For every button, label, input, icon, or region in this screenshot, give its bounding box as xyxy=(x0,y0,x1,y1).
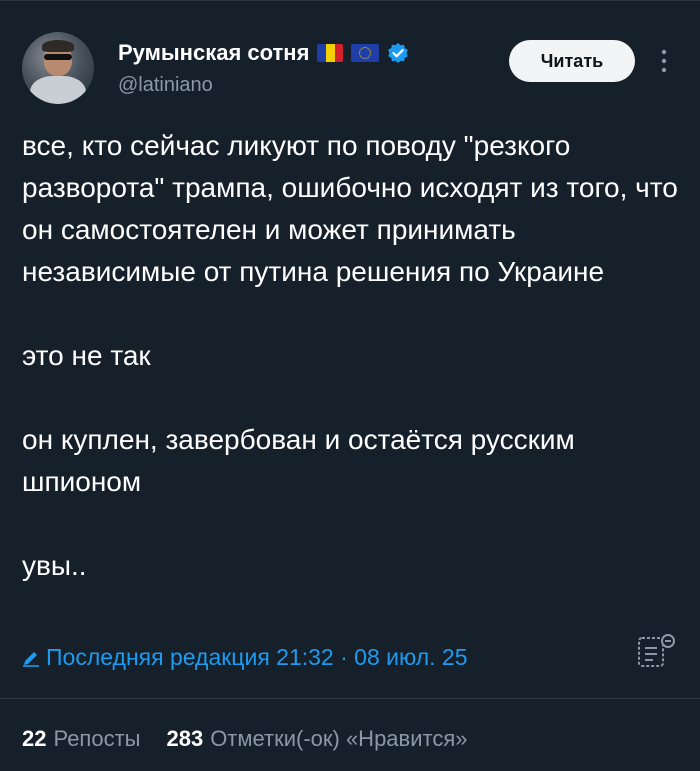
romania-flag-icon xyxy=(317,44,344,62)
engagement-stats: 22 Репосты 283 Отметки(-ок) «Нравится» xyxy=(22,726,468,752)
edit-history-link[interactable]: Последняя редакция 21:32 · 08 июл. 25 xyxy=(22,644,468,671)
tweet-paragraph: увы.. xyxy=(22,550,87,581)
reposts-count[interactable]: 22 xyxy=(22,726,46,752)
tweet-paragraph: все, кто сейчас ликуют по поводу "резког… xyxy=(22,130,678,287)
pencil-icon xyxy=(23,651,39,667)
author-display-name[interactable]: Румынская сотня xyxy=(118,40,309,66)
eu-flag-icon xyxy=(351,44,380,62)
avatar[interactable] xyxy=(22,32,94,104)
edit-history-label[interactable]: Последняя редакция 21:32 · 08 июл. 25 xyxy=(46,644,468,671)
tweet-paragraph: он куплен, завербован и остаётся русским… xyxy=(22,424,575,497)
author-handle[interactable]: @latiniano xyxy=(118,74,213,97)
likes-count[interactable]: 283 xyxy=(166,726,203,752)
more-vertical-icon[interactable] xyxy=(658,48,670,74)
tweet-paragraph: это не так xyxy=(22,340,151,371)
likes-label[interactable]: Отметки(-ок) «Нравится» xyxy=(210,726,467,752)
stats-divider xyxy=(0,698,700,699)
author-name-row: Румынская сотня xyxy=(118,40,409,66)
verified-badge-icon xyxy=(388,43,409,63)
reposts-label[interactable]: Репосты xyxy=(53,726,140,752)
top-divider xyxy=(0,0,700,1)
follow-button[interactable]: Читать xyxy=(509,40,635,82)
translate-icon[interactable] xyxy=(634,630,680,672)
tweet-text: все, кто сейчас ликуют по поводу "резког… xyxy=(22,125,682,587)
